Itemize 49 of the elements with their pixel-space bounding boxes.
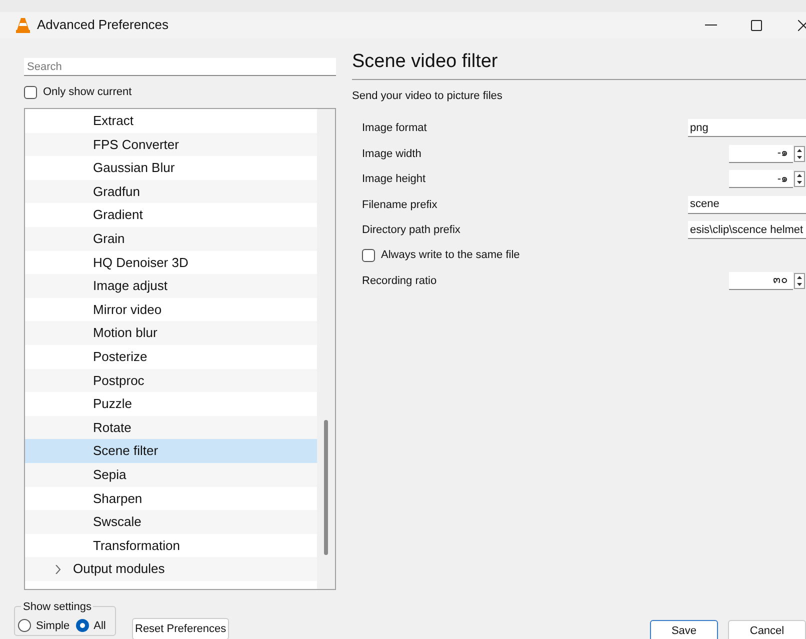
tree-item[interactable]: Postproc xyxy=(25,368,317,392)
tree-item[interactable]: Output modules xyxy=(25,557,317,581)
radio-label: Simple xyxy=(36,618,70,634)
spin-arrows-icon[interactable] xyxy=(794,171,805,188)
tree-item[interactable]: Grain xyxy=(25,226,317,251)
panel-title: Scene video filter xyxy=(352,50,499,74)
text-field[interactable]: esis\clip\scence helmet xyxy=(688,221,806,240)
tree-item[interactable]: Swscale xyxy=(25,510,317,534)
tree-item[interactable]: FPS Converter xyxy=(25,132,317,156)
text-field[interactable]: scene xyxy=(688,196,806,214)
spin-field[interactable]: -๑ xyxy=(729,144,793,163)
checkbox[interactable] xyxy=(362,249,375,262)
traffic-cone-icon xyxy=(16,18,30,32)
reset-preferences-button[interactable]: Reset Preferences xyxy=(132,618,230,639)
minimize-icon[interactable] xyxy=(705,24,717,26)
radio-label: All xyxy=(94,618,106,634)
text-field[interactable]: png xyxy=(688,119,806,138)
spin-arrows-icon[interactable] xyxy=(794,146,805,162)
save-button[interactable]: Save xyxy=(650,620,718,639)
panel-description: Send your video to picture files xyxy=(352,89,504,104)
tree-item[interactable]: Transformation xyxy=(25,534,317,558)
cancel-button[interactable]: Cancel xyxy=(728,620,806,639)
setting-label: Image format xyxy=(362,121,428,136)
window-title: Advanced Preferences xyxy=(37,16,169,34)
tree-item[interactable]: Image adjust xyxy=(25,274,317,298)
tree-item[interactable]: Motion blur xyxy=(25,321,317,345)
search-field[interactable]: Search xyxy=(24,58,336,76)
close-icon[interactable] xyxy=(798,20,806,30)
spin-field[interactable]: ๓๐ xyxy=(729,272,793,290)
setting-label: Image width xyxy=(362,146,422,162)
setting-label: Recording ratio xyxy=(362,274,438,288)
checkbox-label: Only show current xyxy=(43,84,132,100)
tree-item[interactable]: Sepia xyxy=(25,462,317,486)
spin-arrows-icon[interactable] xyxy=(794,272,805,289)
group-title: Show settings xyxy=(21,599,94,616)
chevron-right-icon[interactable] xyxy=(55,564,61,574)
radio-button[interactable] xyxy=(18,619,31,632)
checkbox[interactable] xyxy=(24,86,37,98)
setting-label: Directory path prefix xyxy=(362,223,462,238)
setting-label: Image height xyxy=(362,172,427,187)
tree-item[interactable]: Gradfun xyxy=(25,180,317,204)
maximize-icon[interactable] xyxy=(751,20,762,30)
tree-item[interactable]: Rotate xyxy=(25,416,317,440)
radio-button[interactable] xyxy=(76,619,89,632)
setting-label: Filename prefix xyxy=(362,198,438,212)
scrollbar[interactable] xyxy=(317,109,335,589)
tree-item[interactable]: Scene filter xyxy=(25,439,317,463)
spin-field[interactable]: -๑ xyxy=(729,170,793,188)
setting-label: Always write to the same file xyxy=(381,248,520,264)
